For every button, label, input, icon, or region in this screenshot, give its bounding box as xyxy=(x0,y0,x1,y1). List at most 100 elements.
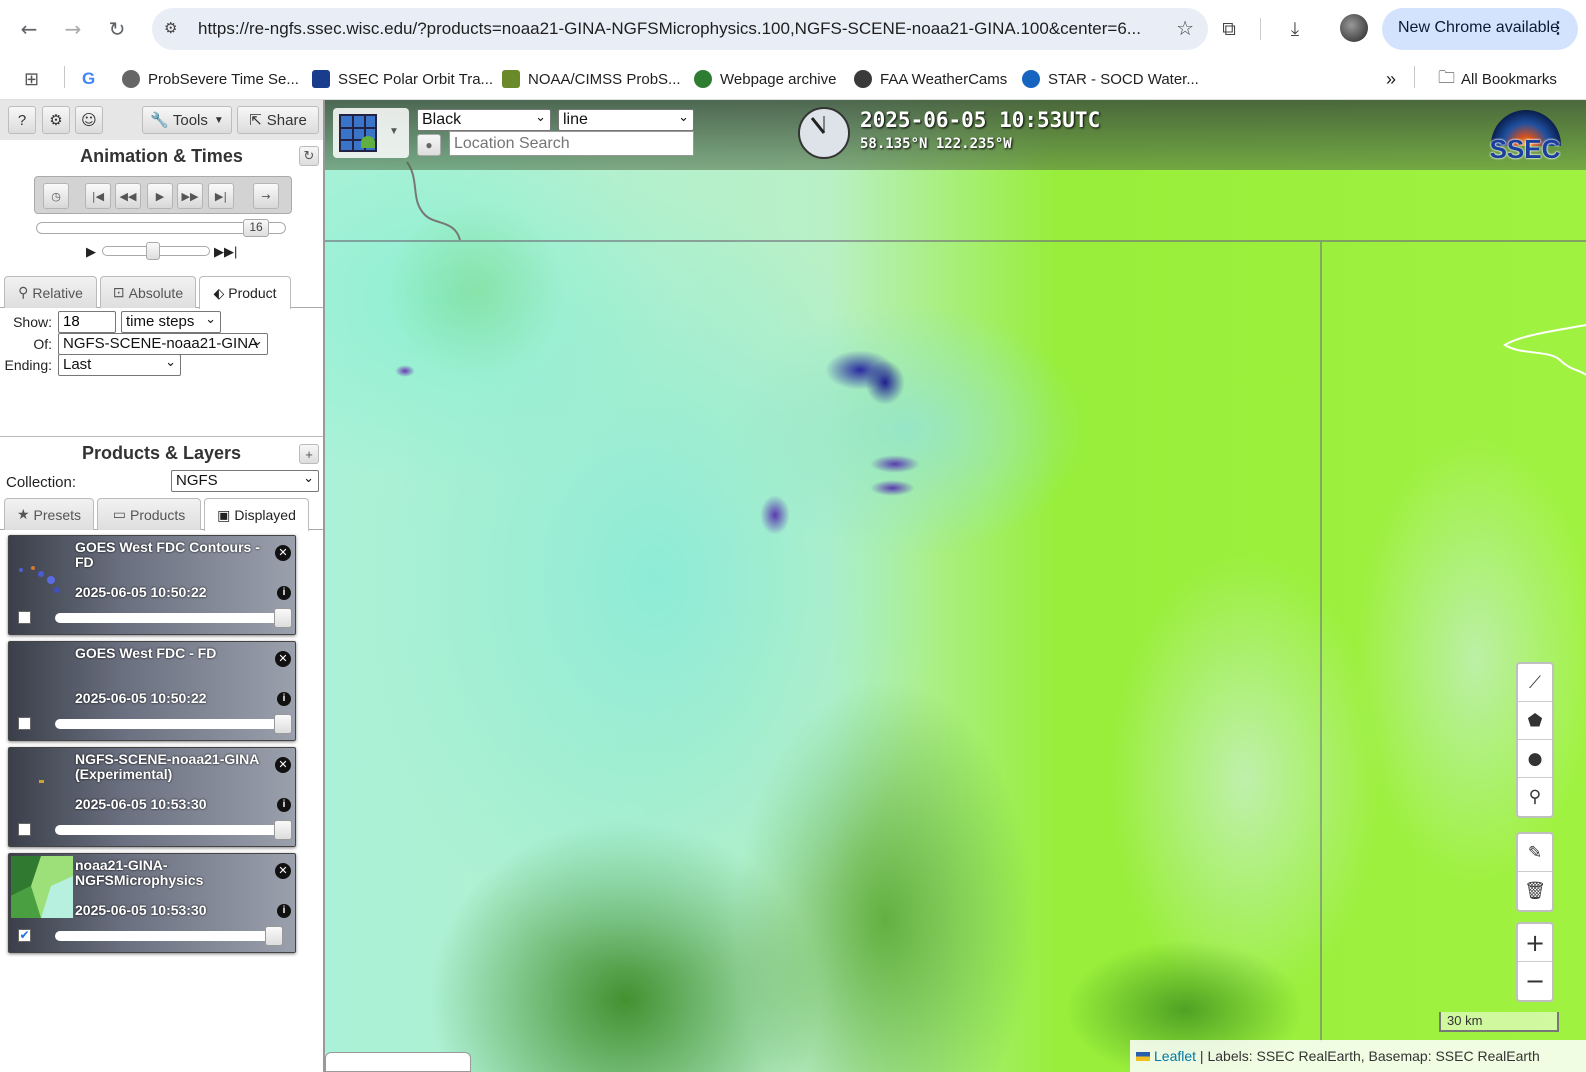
zoom-out-button[interactable]: − xyxy=(1518,962,1552,1000)
bookmark-1[interactable]: SSEC Polar Orbit Tra... xyxy=(312,66,493,92)
layer-visibility-checkbox[interactable] xyxy=(18,611,31,624)
ending-select[interactable]: Last ⌄ xyxy=(58,354,181,376)
layer-card[interactable]: NGFS-SCENE-noaa21-GINA (Experimental) ✕ … xyxy=(8,747,296,847)
label-style-select[interactable]: line ⌄ xyxy=(558,109,694,131)
layer-visibility-checkbox[interactable] xyxy=(18,823,31,836)
reload-icon[interactable]: ↻ xyxy=(102,14,132,44)
url-text[interactable]: https://re-ngfs.ssec.wisc.edu/?products=… xyxy=(198,19,1148,39)
user-button[interactable]: ☺ xyxy=(75,106,103,134)
tab-relative[interactable]: ⚲ Relative xyxy=(4,276,97,308)
close-icon[interactable]: ✕ xyxy=(275,757,291,773)
draw-line-icon[interactable]: ⟋ xyxy=(1518,664,1552,702)
locate-dot-icon[interactable]: ● xyxy=(417,134,441,156)
tools-button[interactable]: 🔧 Tools ▼ xyxy=(142,106,232,134)
more-menu-icon[interactable]: ⋮ xyxy=(1550,18,1566,38)
map-canvas[interactable]: ▼ Black⌄ line⌄ ● 2025-06-05 10:53UTC 58.… xyxy=(325,100,1586,1072)
extensions-icon[interactable]: ⧉ xyxy=(1214,14,1244,44)
draw-toolbar: ⟋ ⬟ ● ⚲ xyxy=(1516,662,1554,818)
opacity-slider[interactable] xyxy=(55,825,283,835)
layer-card[interactable]: GOES West FDC - FD ✕ 2025-06-05 10:50:22… xyxy=(8,641,296,741)
label-color-select[interactable]: Black ⌄ xyxy=(417,109,551,131)
info-icon[interactable]: i xyxy=(277,798,291,812)
google-icon[interactable]: G xyxy=(82,66,95,92)
first-frame-button[interactable]: |◀ xyxy=(85,183,111,209)
profile-avatar[interactable] xyxy=(1340,14,1368,42)
play-small-icon[interactable]: ▶ xyxy=(86,244,96,260)
user-icon: ☺ xyxy=(81,111,97,129)
site-settings-icon[interactable]: ⚙ xyxy=(164,19,184,39)
fast-forward-icon[interactable]: ▶▶| xyxy=(214,244,237,260)
close-icon[interactable]: ✕ xyxy=(275,651,291,667)
download-icon[interactable]: ⤓ xyxy=(1280,14,1310,44)
opacity-slider[interactable] xyxy=(55,613,283,623)
share-icon: ⇱ xyxy=(249,111,262,129)
tab-product[interactable]: ⬖ Product xyxy=(199,276,291,309)
help-button[interactable]: ? xyxy=(8,106,36,134)
layer-card[interactable]: GOES West FDC Contours - FD ✕ 2025-06-05… xyxy=(8,535,296,635)
layer-visibility-checkbox[interactable] xyxy=(18,717,31,730)
folder-icon: 🗀 xyxy=(1438,67,1455,88)
show-count-input[interactable]: 18 xyxy=(58,311,116,333)
bookmark-0[interactable]: ProbSevere Time Se... xyxy=(122,66,299,92)
zoom-in-button[interactable]: + xyxy=(1518,924,1552,962)
ssec-logo[interactable]: SSEC xyxy=(1485,108,1565,164)
bookmark-star-icon[interactable]: ☆ xyxy=(1176,16,1194,40)
settings-button[interactable]: ⚙ xyxy=(42,106,70,134)
share-button[interactable]: ⇱ Share xyxy=(237,106,319,134)
all-bookmarks-folder[interactable]: 🗀 All Bookmarks xyxy=(1438,66,1557,92)
info-icon[interactable]: i xyxy=(277,904,291,918)
boundary-line xyxy=(406,161,461,241)
edit-icon[interactable]: ✎ xyxy=(1518,834,1552,872)
clock-icon[interactable]: ◷ xyxy=(43,183,69,209)
frame-slider-handle[interactable]: 16 xyxy=(243,219,269,237)
step-back-button[interactable]: ◀◀ xyxy=(115,183,141,209)
layer-card[interactable]: noaa21-GINA-NGFSMicrophysics ✕ 2025-06-0… xyxy=(8,853,296,953)
collection-select[interactable]: NGFS ⌄ xyxy=(171,470,319,492)
close-icon[interactable]: ✕ xyxy=(275,545,291,561)
draw-marker-icon[interactable]: ⚲ xyxy=(1518,778,1552,816)
opacity-slider-handle[interactable] xyxy=(274,608,292,628)
more-bookmarks-icon[interactable]: » xyxy=(1386,66,1396,92)
address-bar[interactable]: ⚙ https://re-ngfs.ssec.wisc.edu/?product… xyxy=(152,8,1208,50)
speed-slider-handle[interactable] xyxy=(146,242,160,260)
draw-polygon-icon[interactable]: ⬟ xyxy=(1518,702,1552,740)
opacity-slider[interactable] xyxy=(55,719,283,729)
collection-label: Collection: xyxy=(6,474,77,491)
pin-icon: ⚲ xyxy=(18,284,29,300)
tab-products[interactable]: ▭ Products xyxy=(97,498,201,530)
tab-absolute[interactable]: ⊡ Absolute xyxy=(100,276,196,308)
tab-displayed[interactable]: ▣ Displayed xyxy=(204,498,309,531)
loop-arrow-button[interactable]: → xyxy=(253,183,279,209)
chrome-update-button[interactable]: New Chrome available ⋮ xyxy=(1382,8,1578,50)
layer-visibility-checkbox[interactable]: ✔ xyxy=(18,929,31,942)
bookmark-2[interactable]: NOAA/CIMSS ProbS... xyxy=(502,66,681,92)
tab-presets[interactable]: ★ Presets xyxy=(4,498,94,530)
draw-circle-icon[interactable]: ● xyxy=(1518,740,1552,778)
close-icon[interactable]: ✕ xyxy=(275,863,291,879)
back-arrow-icon[interactable]: ← xyxy=(14,14,44,44)
opacity-slider-handle[interactable] xyxy=(264,926,283,946)
apps-grid-icon[interactable]: ⊞ xyxy=(24,66,39,92)
last-frame-button[interactable]: ▶| xyxy=(208,183,234,209)
refresh-icon[interactable]: ↻ xyxy=(299,146,319,166)
info-icon[interactable]: i xyxy=(277,692,291,706)
opacity-slider[interactable] xyxy=(55,931,283,941)
layer-switcher[interactable]: ▼ xyxy=(333,108,409,158)
opacity-slider-handle[interactable] xyxy=(274,820,292,840)
add-layer-icon[interactable]: + xyxy=(299,444,319,464)
info-icon[interactable]: i xyxy=(277,586,291,600)
location-search-input[interactable] xyxy=(449,131,694,156)
trash-icon[interactable]: 🗑 xyxy=(1518,872,1552,910)
leaflet-link[interactable]: Leaflet xyxy=(1154,1048,1196,1064)
bookmark-4[interactable]: FAA WeatherCams xyxy=(854,66,1007,92)
opacity-slider-handle[interactable] xyxy=(274,714,292,734)
forward-arrow-icon[interactable]: → xyxy=(58,14,88,44)
bookmark-3[interactable]: Webpage archive xyxy=(694,66,836,92)
boundary-line xyxy=(1503,324,1586,376)
bookmark-5[interactable]: STAR - SOCD Water... xyxy=(1022,66,1199,92)
collapsed-panel-tab[interactable] xyxy=(325,1052,471,1072)
step-forward-button[interactable]: ▶▶ xyxy=(177,183,203,209)
of-product-select[interactable]: NGFS-SCENE-noaa21-GINA ⌄ xyxy=(58,333,268,355)
show-unit-select[interactable]: time steps ⌄ xyxy=(121,311,221,333)
play-button[interactable]: ▶ xyxy=(147,183,173,209)
